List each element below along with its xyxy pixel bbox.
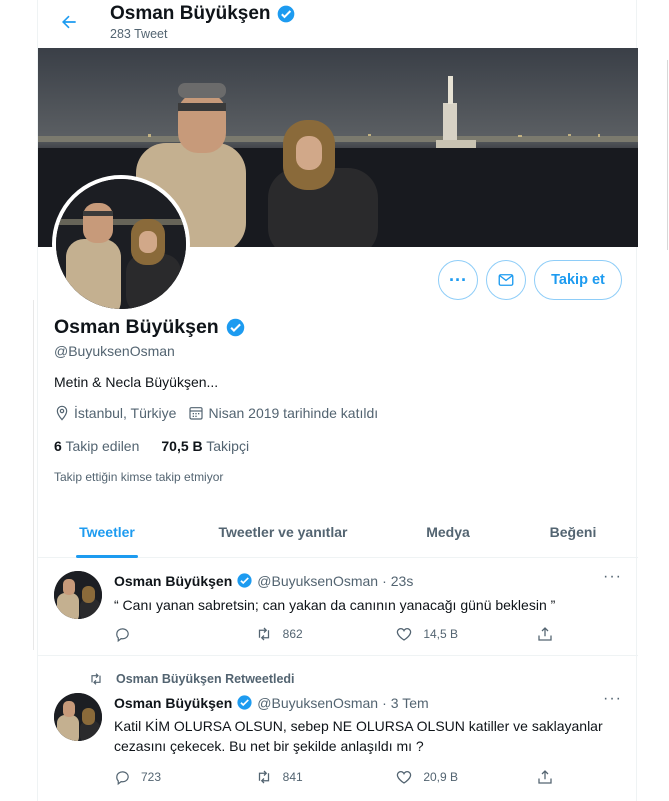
like-count: 14,5 B [423,627,459,641]
following-link[interactable]: 6 Takip edilen [54,438,139,454]
retweet-icon [258,770,269,784]
heart-icon [397,771,412,784]
active-tab-indicator [76,555,138,558]
verified-badge-icon [276,4,296,24]
tab-likes[interactable]: Beğeni [543,506,603,558]
tweet-actions: 862 14,5 B [114,625,554,643]
reply-icon [116,770,129,785]
share-icon [538,770,552,784]
tab-tweets[interactable]: Tweetler [76,506,138,558]
more-dots-icon: ··· [449,270,467,290]
profile-avatar[interactable] [52,175,190,313]
reply-count: 723 [141,770,162,784]
tweet-time[interactable]: 3 Tem [391,695,429,711]
reply-button[interactable] [114,625,194,643]
heart-icon [397,628,412,641]
tweet-separator: · [382,572,387,589]
followers-link[interactable]: 70,5 B Takipçi [161,438,249,454]
reply-button[interactable]: 723 [114,768,194,786]
like-button[interactable]: 20,9 B [395,768,475,786]
mail-icon [498,274,514,286]
tweet-time[interactable]: 23s [391,573,414,589]
profile-bio: Metin & Necla Büyükşen... [54,374,219,390]
retweet-count: 862 [282,627,303,641]
tweet-item[interactable]: Osman Büyükşen Retweetledi Osman Büyükşe… [38,657,638,801]
tweet-author-handle[interactable]: @BuyuksenOsman [257,695,378,711]
arrow-left-icon [62,15,76,29]
back-button[interactable] [52,5,86,39]
share-icon [538,627,552,641]
location-pin-icon [56,405,68,421]
follow-note: Takip ettiğin kimse takip etmiyor [54,470,224,484]
top-bar: Osman Büyükşen 283 Tweet [38,0,638,46]
calendar-icon [189,407,204,420]
profile-meta: İstanbul, Türkiye Nisan 2019 tarihinde k… [54,405,390,421]
more-options-button[interactable]: ··· [438,260,478,300]
retweet-icon [91,673,101,685]
tweet-header: Osman Büyükşen @BuyuksenOsman · 23s [114,572,413,589]
follow-stats: 6 Takip edilen 70,5 B Takipçi [54,438,249,454]
tweet-avatar[interactable] [54,693,102,741]
tweet-count: 283 Tweet [110,27,168,41]
profile-handle: @BuyuksenOsman [54,343,175,359]
tab-media[interactable]: Medya [418,506,478,558]
tweet-avatar[interactable] [54,571,102,619]
header-title: Osman Büyükşen [110,3,296,25]
retweet-count: 841 [282,770,303,784]
profile-tabs: Tweetler Tweetler ve yanıtlar Medya Beğe… [38,506,638,558]
profile-location: İstanbul, Türkiye [74,405,177,421]
tweet-separator: · [382,694,387,711]
profile-column: Osman Büyükşen 283 Tweet ··· Takip et Os… [37,0,638,801]
share-button[interactable] [536,625,554,643]
retweet-button[interactable]: 841 [255,768,335,786]
retweet-icon [258,627,269,641]
like-button[interactable]: 14,5 B [395,625,475,643]
profile-joined: Nisan 2019 tarihinde katıldı [208,405,379,421]
verified-badge-icon [236,572,253,589]
tweet-more-button[interactable]: ··· [603,568,622,586]
tweet-item[interactable]: Osman Büyükşen @BuyuksenOsman · 23s ··· … [38,559,638,656]
tweet-actions: 723 841 20,9 B [114,768,554,786]
follow-button[interactable]: Takip et [534,260,622,300]
tweet-more-button[interactable]: ··· [603,690,622,708]
retweet-button[interactable]: 862 [255,625,335,643]
verified-badge-icon [236,694,253,711]
tweet-header: Osman Büyükşen @BuyuksenOsman · 3 Tem [114,694,429,711]
reply-icon [116,627,129,642]
retweet-context: Osman Büyükşen Retweetledi [88,671,295,687]
tweet-author-name[interactable]: Osman Büyükşen [114,695,232,711]
like-count: 20,9 B [423,770,459,784]
profile-name: Osman Büyükşen [54,316,246,339]
left-page-edge [0,0,37,801]
right-page-edge [662,0,669,801]
tweet-text: “ Canı yanan sabretsin; can yakan da can… [114,597,556,613]
tab-tweets-replies[interactable]: Tweetler ve yanıtlar [208,506,358,558]
tweet-author-handle[interactable]: @BuyuksenOsman [257,573,378,589]
message-button[interactable] [486,260,526,300]
retweet-context-label[interactable]: Osman Büyükşen Retweetledi [116,672,295,686]
share-button[interactable] [536,768,554,786]
verified-badge-icon [225,317,246,338]
tweet-text: Katil KİM OLURSA OLSUN, sebep NE OLURSA … [114,718,603,754]
tweet-author-name[interactable]: Osman Büyükşen [114,573,232,589]
